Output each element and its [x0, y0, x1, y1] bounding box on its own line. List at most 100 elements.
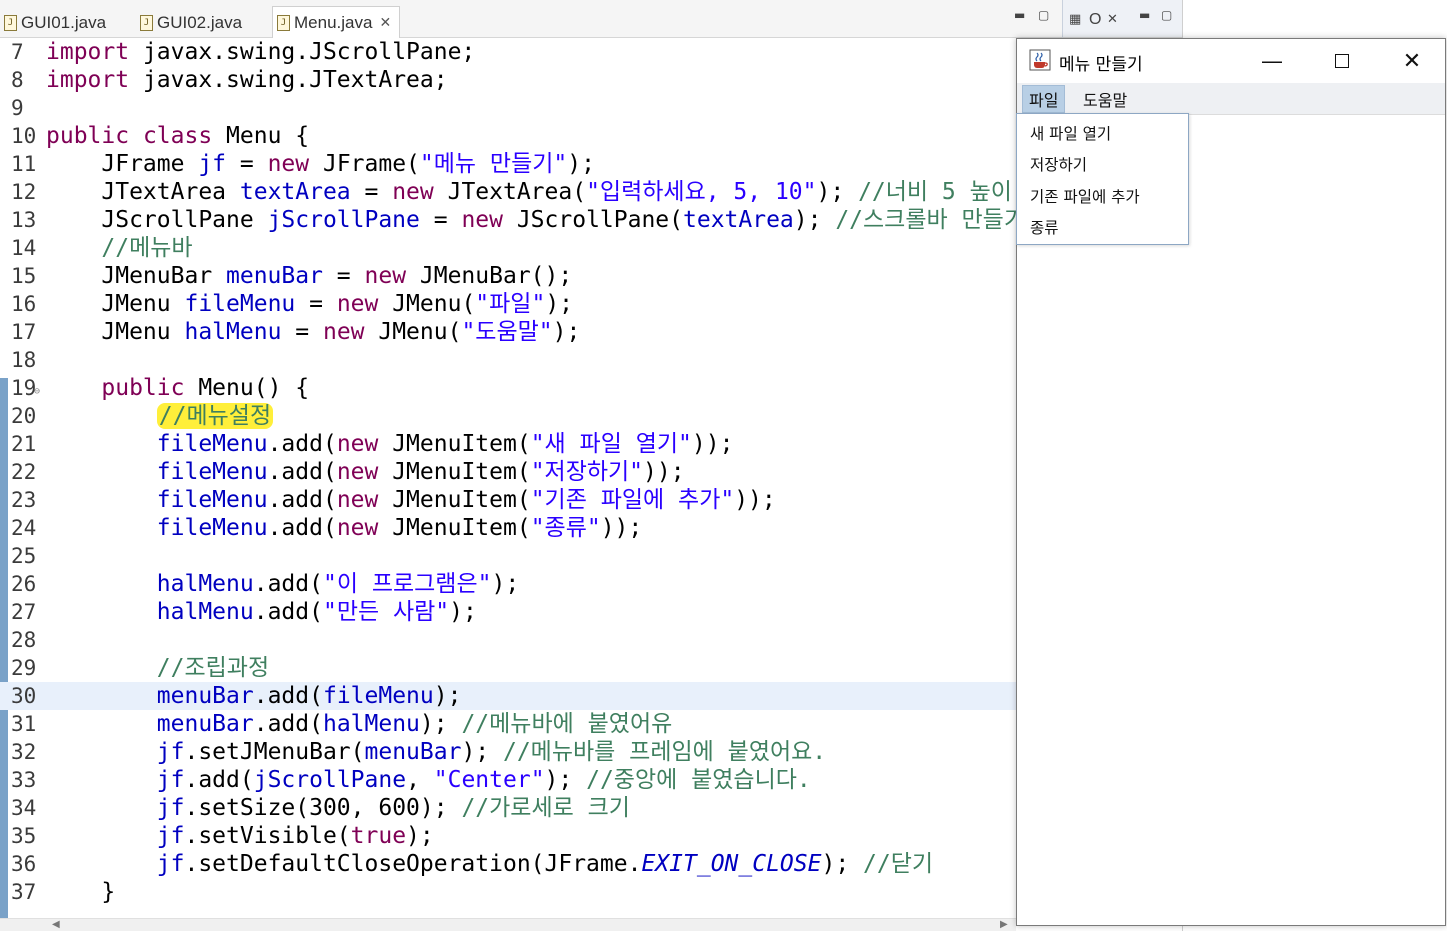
editor-tab-bar: J GUI01.java J GUI02.java J Menu.java ✕ …	[0, 0, 1062, 38]
code-text: menuBar.add(halMenu); //메뉴바에 붙였어유	[156, 711, 673, 737]
code-line[interactable]: 19 ⊖ public Menu() {	[0, 374, 1016, 402]
code-line[interactable]: 29 //조립과정	[0, 654, 1016, 682]
code-text: jf.setSize(300, 600); //가로세로 크기	[156, 795, 630, 821]
swing-title-bar[interactable]: 메뉴 만들기 ― ✕	[1017, 39, 1445, 83]
code-line[interactable]: 7 import javax.swing.JScrollPane;	[0, 38, 1016, 66]
code-text: jf.add(jScrollPane, "Center"); //중앙에 붙였습…	[156, 767, 811, 793]
code-text: JScrollPane jScrollPane = new JScrollPan…	[46, 207, 1016, 233]
menu-item-append-file[interactable]: 기존 파일에 추가	[1030, 183, 1140, 211]
horizontal-scrollbar[interactable]: ◀ ▶	[0, 918, 1016, 931]
tab-gui01[interactable]: J GUI01.java	[4, 8, 106, 38]
line-number: 25	[11, 544, 37, 568]
window-title: 메뉴 만들기	[1059, 55, 1143, 75]
code-line[interactable]: 8 import javax.swing.JTextArea;	[0, 66, 1016, 94]
scroll-right-icon[interactable]: ▶	[1000, 919, 1008, 930]
code-text: fileMenu.add(new JMenuItem("저장하기"));	[156, 459, 685, 485]
code-line[interactable]: 26 halMenu.add("이 프로그램은");	[0, 570, 1016, 598]
java-file-icon: J	[277, 14, 290, 31]
code-text: fileMenu.add(new JMenuItem("기존 파일에 추가"))…	[156, 487, 776, 513]
code-text: fileMenu.add(new JMenuItem("새 파일 열기"));	[156, 431, 734, 457]
line-number: 12	[11, 180, 37, 204]
maximize-button[interactable]	[1319, 45, 1365, 77]
line-number: 28	[11, 628, 37, 652]
maximize-icon	[1335, 54, 1349, 68]
close-icon[interactable]: ✕	[379, 14, 391, 31]
menu-item-new-file[interactable]: 새 파일 열기	[1030, 120, 1111, 148]
code-text: //조립과정	[156, 655, 270, 681]
java-cup-icon	[1029, 49, 1051, 71]
line-number: 24	[11, 516, 37, 540]
line-number: 18	[11, 348, 37, 372]
code-line[interactable]: 18	[0, 346, 1016, 374]
minimize-icon[interactable]: ▬	[1139, 8, 1150, 22]
line-number: 10	[11, 124, 37, 148]
code-line[interactable]: 9	[0, 94, 1016, 122]
outline-view-tab-bar: ▦ O ✕ ▬ ▢	[1062, 0, 1182, 38]
code-text: public Menu() {	[101, 375, 310, 401]
menu-help[interactable]: 도움말	[1077, 85, 1133, 113]
code-text: }	[46, 879, 116, 905]
code-line[interactable]: 11 JFrame jf = new JFrame("메뉴 만들기");	[0, 150, 1016, 178]
line-number: 29	[11, 656, 37, 680]
code-editor[interactable]: 7 import javax.swing.JScrollPane; 8 import …	[0, 38, 1016, 918]
menu-item-exit[interactable]: 종류	[1030, 214, 1059, 242]
tab-menu-java[interactable]: J Menu.java ✕	[272, 6, 401, 38]
code-line[interactable]: 17 JMenu halMenu = new JMenu("도움말");	[0, 318, 1016, 346]
code-text: menuBar.add(fileMenu);	[156, 683, 462, 709]
code-text: jf.setDefaultCloseOperation(JFrame.EXIT_…	[156, 851, 934, 877]
minimize-button[interactable]: ―	[1249, 45, 1295, 77]
outline-tab-label[interactable]: O	[1089, 11, 1101, 29]
code-text: //메뉴설정	[46, 402, 274, 430]
code-line[interactable]: 34 jf.setSize(300, 600); //가로세로 크기	[0, 794, 1016, 822]
code-line[interactable]: 10 public class Menu {	[0, 122, 1016, 150]
code-line[interactable]: 16 JMenu fileMenu = new JMenu("파일");	[0, 290, 1016, 318]
code-line[interactable]: 27 halMenu.add("만든 사람");	[0, 598, 1016, 626]
line-number: 21	[11, 432, 37, 456]
line-number: 23	[11, 488, 37, 512]
code-line[interactable]: 37 }	[0, 878, 1016, 906]
minimize-icon[interactable]: ▬	[1014, 8, 1025, 22]
line-number: 27	[11, 600, 37, 624]
code-line[interactable]: 13 JScrollPane jScrollPane = new JScroll…	[0, 206, 1016, 234]
code-line[interactable]: 33 jf.add(jScrollPane, "Center"); //중앙에 …	[0, 766, 1016, 794]
line-number: 31	[11, 712, 37, 736]
highlighted-comment: //메뉴설정	[156, 403, 274, 429]
line-number: 17	[11, 320, 37, 344]
code-line[interactable]: 36 jf.setDefaultCloseOperation(JFrame.EX…	[0, 850, 1016, 878]
line-number: 37	[11, 880, 37, 904]
menu-file[interactable]: 파일	[1022, 85, 1066, 113]
line-number: 26	[11, 572, 37, 596]
tab-label: GUI02.java	[157, 13, 243, 32]
code-line[interactable]: 12 JTextArea textArea = new JTextArea("입…	[0, 178, 1016, 206]
code-line[interactable]: 25	[0, 542, 1016, 570]
minimize-icon: ―	[1262, 49, 1282, 73]
code-line[interactable]: 30 menuBar.add(fileMenu);	[0, 682, 1016, 710]
code-line[interactable]: 23 fileMenu.add(new JMenuItem("기존 파일에 추가…	[0, 486, 1016, 514]
maximize-icon[interactable]: ▢	[1161, 8, 1172, 22]
menu-item-save[interactable]: 저장하기	[1030, 151, 1087, 179]
maximize-icon[interactable]: ▢	[1038, 8, 1049, 22]
scroll-left-icon[interactable]: ◀	[52, 919, 60, 930]
code-line[interactable]: 32 jf.setJMenuBar(menuBar); //메뉴바를 프레임에 …	[0, 738, 1016, 766]
tab-label: GUI01.java	[21, 13, 107, 32]
line-number: 22	[11, 460, 37, 484]
code-text: JMenu fileMenu = new JMenu("파일");	[46, 291, 574, 317]
close-icon[interactable]: ✕	[1107, 12, 1118, 27]
code-line[interactable]: 15 JMenuBar menuBar = new JMenuBar();	[0, 262, 1016, 290]
code-line[interactable]: 20 //메뉴설정	[0, 402, 1016, 430]
code-text: public class Menu {	[46, 123, 310, 149]
line-number: 15	[11, 264, 37, 288]
code-line[interactable]: 31 menuBar.add(halMenu); //메뉴바에 붙였어유	[0, 710, 1016, 738]
code-text: //메뉴바	[101, 235, 193, 261]
tab-label: Menu.java	[294, 12, 373, 32]
code-line[interactable]: 35 jf.setVisible(true);	[0, 822, 1016, 850]
code-line[interactable]: 22 fileMenu.add(new JMenuItem("저장하기"));	[0, 458, 1016, 486]
code-line[interactable]: 21 fileMenu.add(new JMenuItem("새 파일 열기")…	[0, 430, 1016, 458]
code-text: halMenu.add("만든 사람");	[156, 599, 477, 625]
code-line[interactable]: 24 fileMenu.add(new JMenuItem("종류"));	[0, 514, 1016, 542]
close-button[interactable]: ✕	[1389, 45, 1435, 77]
code-line[interactable]: 28	[0, 626, 1016, 654]
line-number: 34	[11, 796, 37, 820]
tab-gui02[interactable]: J GUI02.java	[140, 8, 242, 38]
code-line[interactable]: 14 //메뉴바	[0, 234, 1016, 262]
